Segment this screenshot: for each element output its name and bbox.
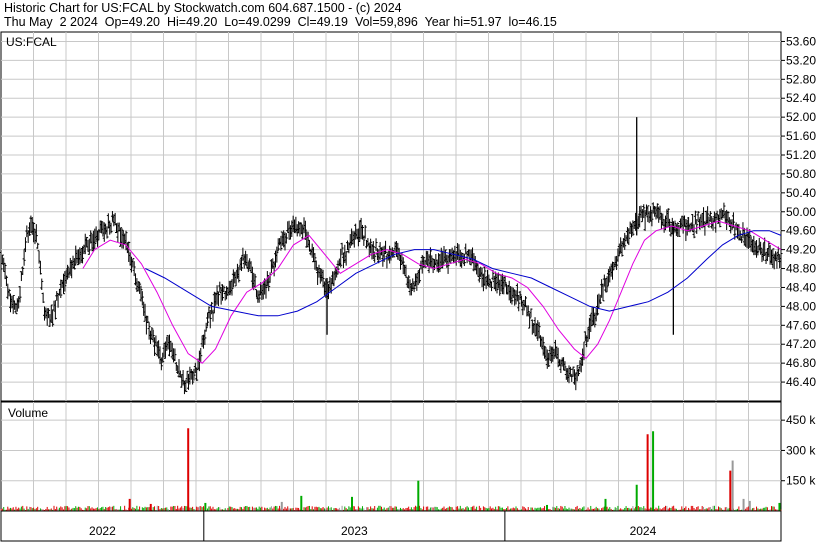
price-tick-label: 47.60 [786,318,816,332]
price-tick-label: 47.20 [786,337,816,351]
price-tick-label: 50.00 [786,205,816,219]
price-tick-label: 48.00 [786,299,816,313]
price-tick-label: 53.20 [786,53,816,67]
price-tick-label: 49.60 [786,224,816,238]
x-axis-year-label: 2022 [89,524,116,538]
price-tick-label: 49.20 [786,243,816,257]
volume-panel-title: Volume [8,406,48,420]
price-tick-label: 52.80 [786,72,816,86]
price-tick-label: 50.80 [786,167,816,181]
volume-tick-label: 150 k [786,474,816,488]
price-tick-label: 51.60 [786,129,816,143]
price-tick-label: 52.40 [786,91,816,105]
stock-chart-svg: 53.60 53.20 52.80 52.40 52.00 51.60 51.20 50.80… [0,31,816,542]
volume-tick-label: 300 k [786,443,816,457]
price-tick-label: 52.00 [786,110,816,124]
chart-root: Historic Chart for US:FCAL by Stockwatch… [0,0,830,543]
price-tick-label: 46.40 [786,375,816,389]
x-axis-year-label: 2024 [630,524,657,538]
price-tick-label: 51.20 [786,148,816,162]
x-axis-year-label: 2023 [341,524,368,538]
price-tick-label: 48.80 [786,262,816,276]
price-tick-label: 53.60 [786,34,816,48]
price-tick-label: 50.40 [786,186,816,200]
price-tick-label: 48.40 [786,280,816,294]
volume-tick-label: 450 k [786,413,816,427]
x-axis-panel [0,510,782,542]
price-panel-title: US:FCAL [6,35,57,49]
price-tick-label: 46.80 [786,356,816,370]
